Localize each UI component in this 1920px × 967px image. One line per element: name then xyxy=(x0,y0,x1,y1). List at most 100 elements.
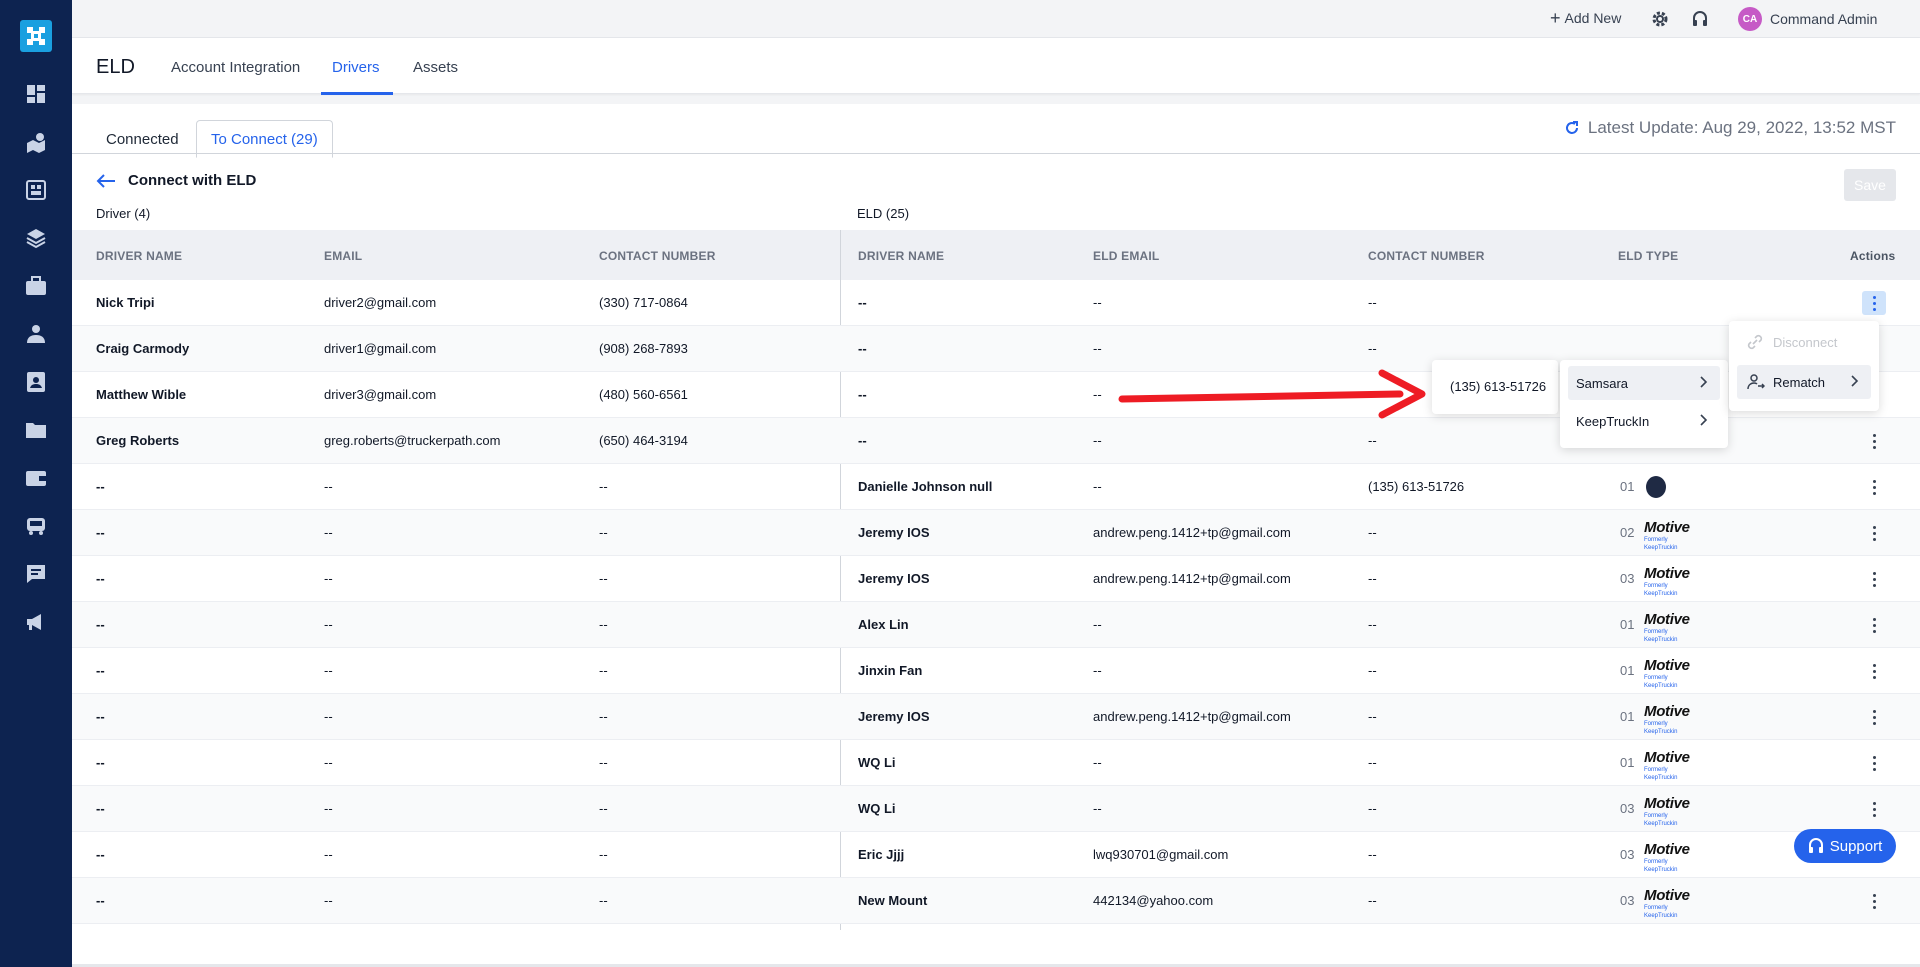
rematch-label: Rematch xyxy=(1773,374,1826,390)
briefcase-icon[interactable] xyxy=(24,274,48,298)
eld-contact-cell: -- xyxy=(1368,893,1377,908)
table-row[interactable]: -- -- -- Jeremy IOS andrew.peng.1412+tp@gmai… xyxy=(72,694,1920,740)
user-name[interactable]: Command Admin xyxy=(1770,11,1877,27)
headset-icon xyxy=(1808,838,1823,853)
driver-name-cell: Greg Roberts xyxy=(96,433,180,448)
phone-popup-number[interactable]: (135) 613-51726 xyxy=(1450,379,1546,394)
driver-contact-cell: -- xyxy=(599,755,608,770)
chevron-right-icon xyxy=(1700,376,1708,388)
eld-email-cell: -- xyxy=(1093,617,1102,632)
table-row[interactable]: -- -- -- Danielle Johnson null -- (135) 613-5… xyxy=(72,464,1920,510)
eld-driver-name-cell: Alex Lin xyxy=(858,617,909,632)
dashboard-icon[interactable] xyxy=(24,82,48,106)
driver-email-cell: -- xyxy=(324,525,333,540)
driver-contact-cell: -- xyxy=(599,663,608,678)
col-eld-contact-number[interactable]: CONTACT NUMBER xyxy=(1368,249,1485,263)
eld-driver-name-cell: WQ Li xyxy=(858,801,896,816)
table-row[interactable]: -- -- -- Jeremy IOS andrew.peng.1412+tp@gmai… xyxy=(72,556,1920,602)
table-row[interactable]: -- -- -- New Mount 442134@yahoo.com -- 03 Motiv… xyxy=(72,878,1920,924)
menu-item-rematch[interactable]: Rematch xyxy=(1737,365,1871,399)
menu-item-samsara[interactable]: Samsara xyxy=(1568,366,1720,400)
tab-account-integration[interactable]: Account Integration xyxy=(171,59,300,76)
add-new-label: Add New xyxy=(1564,10,1622,26)
col-eld-email[interactable]: ELD EMAIL xyxy=(1093,249,1159,263)
more-actions-icon[interactable] xyxy=(1862,567,1886,591)
megaphone-icon[interactable] xyxy=(24,610,48,634)
add-new-button[interactable]: + Add New xyxy=(1550,9,1622,27)
more-actions-icon[interactable] xyxy=(1862,751,1886,775)
page-title: ELD xyxy=(96,56,135,78)
route-map-icon[interactable] xyxy=(24,130,48,154)
table-row[interactable]: -- -- -- WQ Li -- -- 01 Motive Formerly KeepTruc… xyxy=(72,740,1920,786)
eld-type-number: 01 xyxy=(1620,479,1635,494)
eld-contact-cell: -- xyxy=(1368,341,1377,356)
menu-item-keeptruckin[interactable]: KeepTruckIn xyxy=(1568,404,1720,438)
connect-title: Connect with ELD xyxy=(128,172,257,189)
driver-name-cell: -- xyxy=(96,893,105,908)
eld-contact-cell: -- xyxy=(1368,663,1377,678)
table-row[interactable]: -- -- -- Alex Lin -- -- 01 Motive Formerly KeepT… xyxy=(72,602,1920,648)
table-row[interactable]: -- -- -- Eric Jjjj lwq930701@gmail.com -- 03 Mo… xyxy=(72,832,1920,878)
col-eld-driver-name[interactable]: DRIVER NAME xyxy=(858,249,944,263)
tab-assets[interactable]: Assets xyxy=(413,59,458,76)
more-actions-icon[interactable] xyxy=(1862,613,1886,637)
driver-contact-cell: -- xyxy=(599,709,608,724)
motive-logo-text: Motive xyxy=(1644,749,1690,766)
eld-email-cell: -- xyxy=(1093,387,1102,402)
eld-contact-cell: -- xyxy=(1368,709,1377,724)
actions-menu: Disconnect Rematch xyxy=(1729,321,1879,411)
eld-driver-name-cell: Jeremy IOS xyxy=(858,709,930,724)
tab-drivers[interactable]: Drivers xyxy=(332,59,380,76)
more-actions-icon[interactable] xyxy=(1862,889,1886,913)
eld-type-number: 01 xyxy=(1620,663,1635,678)
save-button[interactable]: Save xyxy=(1844,169,1896,201)
eld-email-cell: andrew.peng.1412+tp@gmail.com xyxy=(1093,571,1291,586)
eld-email-cell: lwq930701@gmail.com xyxy=(1093,847,1229,862)
more-actions-icon[interactable] xyxy=(1862,429,1886,453)
more-actions-icon[interactable] xyxy=(1862,705,1886,729)
truck-icon[interactable] xyxy=(24,514,48,538)
col-email[interactable]: EMAIL xyxy=(324,249,362,263)
back-arrow-icon[interactable] xyxy=(96,173,116,189)
motive-logo-text: Motive xyxy=(1644,841,1690,858)
col-eld-type[interactable]: ELD TYPE xyxy=(1618,249,1678,263)
more-actions-icon[interactable] xyxy=(1862,797,1886,821)
eld-type-number: 03 xyxy=(1620,571,1635,586)
table-row[interactable]: -- -- -- Jinxin Fan -- -- 01 Motive Formerly Kee… xyxy=(72,648,1920,694)
motive-logo-icon: Motive Formerly KeepTruckin xyxy=(1644,888,1698,920)
driver-icon[interactable] xyxy=(24,322,48,346)
settings-gear-icon[interactable] xyxy=(1650,9,1670,29)
support-button[interactable]: Support xyxy=(1794,829,1896,863)
motive-logo-subtext: Formerly KeepTruckin xyxy=(1644,813,1678,827)
eld-contact-cell: -- xyxy=(1368,801,1377,816)
table-row[interactable]: Nick Tripi driver2@gmail.com (330) 717-086… xyxy=(72,280,1920,326)
more-actions-icon[interactable] xyxy=(1862,291,1886,315)
dispatch-board-icon[interactable] xyxy=(24,178,48,202)
app-logo-icon[interactable] xyxy=(20,20,52,52)
driver-name-cell: Matthew Wible xyxy=(96,387,187,402)
messages-icon[interactable] xyxy=(24,562,48,586)
more-actions-icon[interactable] xyxy=(1862,521,1886,545)
driver-email-cell: -- xyxy=(324,755,333,770)
driver-contact-cell: -- xyxy=(599,525,608,540)
refresh-icon[interactable] xyxy=(1564,120,1580,136)
table-row[interactable]: -- -- -- WQ Li -- -- 03 Motive Formerly KeepTruc… xyxy=(72,786,1920,832)
subtab-divider xyxy=(72,153,1920,154)
headset-icon[interactable] xyxy=(1690,9,1710,29)
driver-email-cell: driver1@gmail.com xyxy=(324,341,437,356)
layers-icon[interactable] xyxy=(24,226,48,250)
table-row[interactable]: -- -- -- Jeremy IOS andrew.peng.1412+tp@gmai… xyxy=(72,510,1920,556)
more-actions-icon[interactable] xyxy=(1862,659,1886,683)
latest-update-text: Latest Update: Aug 29, 2022, 13:52 MST xyxy=(1587,118,1896,137)
folder-icon[interactable] xyxy=(24,418,48,442)
user-avatar[interactable]: CA xyxy=(1738,7,1762,31)
col-driver-name[interactable]: DRIVER NAME xyxy=(96,249,182,263)
more-actions-icon[interactable] xyxy=(1862,475,1886,499)
col-contact-number[interactable]: CONTACT NUMBER xyxy=(599,249,716,263)
driver-contact-cell: (480) 560-6561 xyxy=(599,387,688,402)
eld-driver-name-cell: Eric Jjjj xyxy=(858,847,905,862)
eld-type-number: 01 xyxy=(1620,755,1635,770)
wallet-icon[interactable] xyxy=(24,466,48,490)
menu-item-disconnect[interactable]: Disconnect xyxy=(1737,325,1871,359)
contacts-icon[interactable] xyxy=(24,370,48,394)
